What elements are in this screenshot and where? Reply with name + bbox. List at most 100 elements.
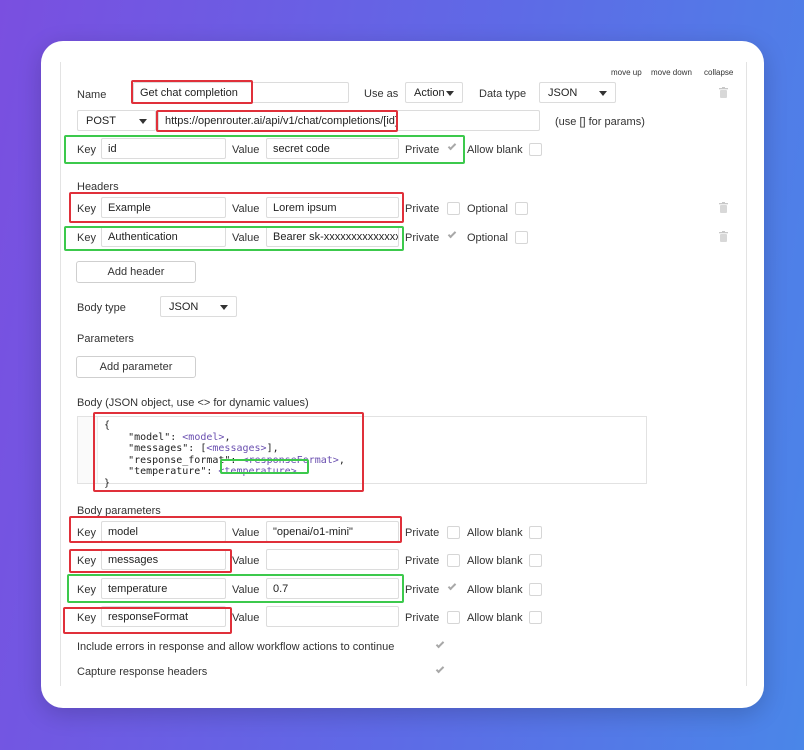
line-gutter <box>78 417 98 483</box>
chevron-down-icon <box>446 91 454 96</box>
api-call-editor: move up move down collapse Name Get chat… <box>60 62 747 686</box>
collapse-link[interactable]: collapse <box>704 68 733 77</box>
add-header-button[interactable]: Add header <box>76 261 196 283</box>
move-down-link[interactable]: move down <box>651 68 692 77</box>
body-param-allow-blank-label: Allow blank <box>467 612 523 624</box>
trash-icon[interactable] <box>719 231 728 242</box>
method-select[interactable]: POST <box>77 110 156 131</box>
body-param-allow-blank-checkbox[interactable] <box>529 611 542 624</box>
trash-icon[interactable] <box>719 202 728 213</box>
header-optional-checkbox[interactable] <box>515 231 528 244</box>
header-private-checkbox[interactable] <box>447 229 457 240</box>
private-checkbox[interactable] <box>447 141 457 152</box>
include-errors-label: Include errors in response and allow wor… <box>77 641 395 653</box>
header-key-input[interactable]: Authentication <box>101 226 226 247</box>
code-line: } <box>104 477 111 489</box>
body-param-key-input[interactable]: messages <box>101 549 226 570</box>
body-param-private-checkbox[interactable] <box>447 611 460 624</box>
chevron-down-icon <box>599 91 607 96</box>
body-param-private-label: Private <box>405 555 440 567</box>
code-line: "temperature": <temperature> <box>104 466 297 477</box>
url-input[interactable]: https://openrouter.ai/api/v1/chat/comple… <box>158 110 540 131</box>
allow-blank-checkbox[interactable] <box>529 143 542 156</box>
include-errors-checkbox[interactable] <box>435 639 445 650</box>
body-json-editor[interactable]: { "model": <model>, "messages": [<messag… <box>77 416 647 489</box>
header-private-checkbox[interactable] <box>447 202 460 215</box>
body-type-value: JSON <box>169 301 199 313</box>
param-key-input[interactable]: id <box>101 138 226 159</box>
check-icon <box>435 664 445 674</box>
method-value: POST <box>86 115 116 127</box>
body-param-value-label: Value <box>232 527 260 539</box>
header-key-label: Key <box>77 203 96 215</box>
body-param-key-label: Key <box>77 584 96 596</box>
header-optional-checkbox[interactable] <box>515 202 528 215</box>
body-param-private-label: Private <box>405 584 440 596</box>
use-as-value: Action <box>414 87 445 99</box>
use-as-select[interactable]: Action <box>405 82 463 103</box>
body-param-private-checkbox[interactable] <box>447 554 460 567</box>
capture-headers-checkbox[interactable] <box>435 664 445 675</box>
body-param-allow-blank-checkbox[interactable] <box>529 554 542 567</box>
body-param-key-input[interactable]: responseFormat <box>101 606 226 627</box>
body-type-select[interactable]: JSON <box>160 296 237 317</box>
add-parameter-button[interactable]: Add parameter <box>76 356 196 378</box>
body-parameters-title: Body parameters <box>77 505 161 517</box>
header-value-input[interactable]: Bearer sk-xxxxxxxxxxxxxxxx <box>266 226 399 247</box>
header-optional-label: Optional <box>467 203 508 215</box>
body-param-allow-blank-checkbox[interactable] <box>529 526 542 539</box>
allow-blank-label: Allow blank <box>467 144 523 156</box>
body-param-private-label: Private <box>405 527 440 539</box>
body-param-value-label: Value <box>232 584 260 596</box>
body-label: Body (JSON object, use <> for dynamic va… <box>77 397 309 409</box>
code-line: "model": <model>, <box>104 431 231 443</box>
check-icon <box>447 581 457 591</box>
header-key-input[interactable]: Example <box>101 197 226 218</box>
body-param-value-input[interactable]: "openai/o1-mini" <box>266 521 399 542</box>
body-param-allow-blank-label: Allow blank <box>467 555 523 567</box>
header-key-label: Key <box>77 232 96 244</box>
body-param-value-label: Value <box>232 612 260 624</box>
code-line: "messages": [<messages>], <box>104 443 279 454</box>
check-icon <box>447 141 457 151</box>
move-up-link[interactable]: move up <box>611 68 642 77</box>
key-label: Key <box>77 144 96 156</box>
body-param-key-label: Key <box>77 527 96 539</box>
check-icon <box>447 229 457 239</box>
param-value-input[interactable]: secret code <box>266 138 399 159</box>
body-json-code: { "model": <model>, "messages": [<messag… <box>104 420 345 489</box>
header-value-input[interactable]: Lorem ipsum <box>266 197 399 218</box>
body-param-private-checkbox[interactable] <box>447 581 457 592</box>
header-optional-label: Optional <box>467 232 508 244</box>
value-label: Value <box>232 144 260 156</box>
chevron-down-icon <box>220 305 228 310</box>
data-type-select[interactable]: JSON <box>539 82 616 103</box>
body-param-private-checkbox[interactable] <box>447 526 460 539</box>
body-param-private-label: Private <box>405 612 440 624</box>
header-value-label: Value <box>232 232 260 244</box>
body-param-value-input[interactable]: 0.7 <box>266 578 399 599</box>
header-value-label: Value <box>232 203 260 215</box>
name-label: Name <box>77 89 107 101</box>
body-param-allow-blank-checkbox[interactable] <box>529 583 542 596</box>
header-private-label: Private <box>405 203 440 215</box>
body-param-key-label: Key <box>77 555 96 567</box>
body-type-label: Body type <box>77 302 126 314</box>
body-param-key-input[interactable]: temperature <box>101 578 226 599</box>
capture-headers-label: Capture response headers <box>77 666 208 678</box>
body-param-allow-blank-label: Allow blank <box>467 527 523 539</box>
trash-icon[interactable] <box>719 87 728 98</box>
body-param-key-label: Key <box>77 612 96 624</box>
data-type-label: Data type <box>479 88 527 100</box>
private-label: Private <box>405 144 440 156</box>
url-hint: (use [] for params) <box>555 116 645 128</box>
code-line: { <box>104 420 111 431</box>
code-line: "response_format": <responseFormat>, <box>104 454 345 466</box>
body-param-key-input[interactable]: model <box>101 521 226 542</box>
headers-title: Headers <box>77 181 119 193</box>
parameters-title: Parameters <box>77 333 134 345</box>
header-private-label: Private <box>405 232 440 244</box>
name-input[interactable]: Get chat completion <box>133 82 349 103</box>
body-param-value-input[interactable] <box>266 549 399 570</box>
body-param-value-input[interactable] <box>266 606 399 627</box>
